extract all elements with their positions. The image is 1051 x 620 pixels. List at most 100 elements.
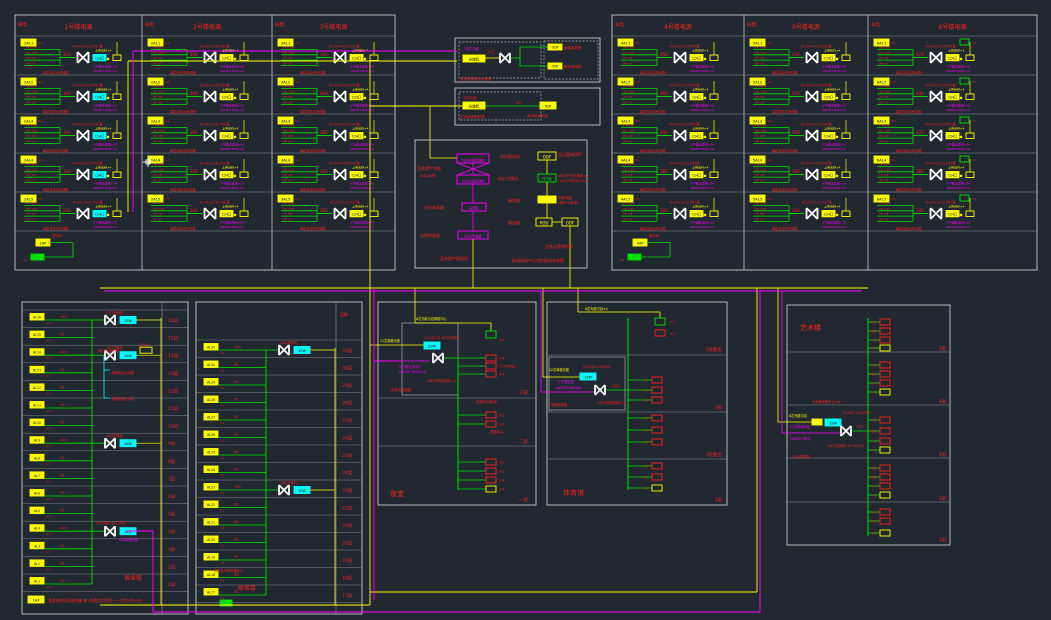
label: 预留电话大对数 <box>112 370 135 375</box>
label: 4对大对数电缆 <box>98 348 120 353</box>
cell-footer: 每层设综合布线箱 <box>170 70 196 75</box>
label: AP ×2 <box>26 100 35 104</box>
label: TV ×8 <box>282 134 292 138</box>
label: TD ×20 <box>622 129 635 133</box>
cell-footer: 每层设综合布线箱 <box>43 226 69 231</box>
trunk-amps: 360 <box>792 169 800 174</box>
label: TP ×24 <box>878 202 890 206</box>
label: TD ×20 <box>878 207 891 211</box>
drawing-canvas[interactable]: 1号楼电源弱电1AL1×4TP ×24TD ×20TV ×8AP ×23104×… <box>0 0 1051 620</box>
label: TV ×8 <box>282 212 292 216</box>
label: 网管电脑 <box>558 195 572 200</box>
label: 路由器 <box>508 219 520 225</box>
label: ×4 <box>891 197 896 201</box>
label: AP ×2 <box>153 139 162 143</box>
label: ×2 <box>46 374 51 378</box>
panel-id: AL19 <box>207 556 215 560</box>
label: UTP超五类线×24 <box>822 142 846 147</box>
label: UTP超五类线×24 <box>690 220 714 225</box>
label: TV ×8 <box>282 95 292 99</box>
trunk-amps: 50 <box>60 473 64 477</box>
cell-footer: 每层设综合布线箱 <box>772 187 798 192</box>
label: ×2 <box>46 409 51 413</box>
label: (WDZH-RYJS)×4 <box>690 147 714 151</box>
label: UTP超五类线×24 <box>93 220 117 225</box>
branch-label: ×2 <box>499 461 504 465</box>
label: 光纤配线架 <box>500 153 520 159</box>
label: C24口 <box>352 174 361 178</box>
branch-label: ×4 <box>499 479 505 483</box>
floor-label: 13层 <box>168 371 179 377</box>
label: TD ×20 <box>878 51 891 55</box>
label: 至运营商ODF <box>558 151 583 157</box>
trunk-amps: 50 <box>234 363 238 367</box>
label: C24口 <box>95 174 104 178</box>
label: ×2 <box>220 421 225 425</box>
label: TP ×24 <box>152 202 164 206</box>
device-box-label: 1SW <box>829 422 837 426</box>
label: AP ×2 <box>755 178 764 182</box>
cell-footer: 每层设综合布线箱 <box>772 109 798 114</box>
label: ×2 <box>220 509 225 513</box>
floor-label: 22层 <box>342 506 353 512</box>
label: (WDZH-RYJS)×4 <box>93 225 117 229</box>
device-box-label: ODF <box>566 221 575 226</box>
label: ×2 <box>220 439 225 443</box>
branch-label: ×6/2 <box>868 467 877 471</box>
label: VD <box>516 101 521 105</box>
label: 12芯 <box>487 49 495 54</box>
trunk-amps: 380 <box>916 169 924 174</box>
trunk-amps: 340 <box>320 52 328 57</box>
label: UTP超五类线×24 <box>822 181 846 186</box>
label: C24口 <box>948 135 957 139</box>
label: TD ×20 <box>25 207 38 211</box>
label: ×4 <box>767 119 772 123</box>
label: 375 <box>856 424 864 429</box>
label: TD ×20 <box>152 207 165 211</box>
label: 至学校网络中心机房 <box>460 76 492 81</box>
floor-label: 20层 <box>342 541 353 547</box>
cad-viewport: 1号楼电源弱电1AL1×4TP ×24TD ×20TV ×8AP ×23104×… <box>0 0 1051 620</box>
floor-label: 14层 <box>168 353 179 359</box>
label: ×2 <box>46 427 51 431</box>
trunk-amps: 50 <box>60 456 64 460</box>
building-title: 宿舍楼 <box>124 574 142 582</box>
uplink-label: 上传光纤×4 <box>692 165 709 170</box>
trunk-amps: 30 <box>234 450 238 454</box>
trunk-amps: 430 <box>792 52 800 57</box>
panel-title: 1号楼电源 <box>65 23 93 31</box>
trunk-amps: 30 <box>234 380 238 384</box>
trunk-amps: 30 <box>234 468 238 472</box>
label: TD ×20 <box>282 129 295 133</box>
label: (带UPS电源) <box>558 200 579 205</box>
cell-footer: 每层设综合布线箱 <box>170 226 196 231</box>
label: TV ×8 <box>282 56 292 60</box>
label: ×4 <box>38 158 43 162</box>
trunk-amps: 50 <box>60 333 64 337</box>
label: AP ×2 <box>153 217 162 221</box>
floor-label: 17层 <box>342 593 353 599</box>
label: AP ×2 <box>879 61 888 65</box>
trunk-amps: 450 <box>660 52 668 57</box>
cell-footer: 每层设综合布线箱 <box>300 187 326 192</box>
label: (WDZH-RYJS)×4 <box>946 69 970 73</box>
cell-footer: 每层设综合布线箱 <box>300 109 326 114</box>
cell-footer: 每层设综合布线箱 <box>43 70 69 75</box>
floor-label: 11层 <box>168 406 179 412</box>
label: TD ×20 <box>622 207 635 211</box>
label: 至各楼宇弱电间 <box>440 255 468 261</box>
uplink-label: 上传光纤×4 <box>352 126 369 131</box>
label: (WDZH-RYJS)×4 <box>93 147 117 151</box>
label: AP ×2 <box>26 139 35 143</box>
label: ×2 <box>46 567 51 571</box>
panel-id: AL17 <box>207 591 215 595</box>
label: TD ×20 <box>25 90 38 94</box>
label: 2×48口+24口PVC <box>843 411 872 415</box>
cell-footer: 每层设综合布线箱 <box>772 148 798 153</box>
onu-box <box>628 254 641 260</box>
label: (WDZH-RYJS)×4 <box>690 108 714 112</box>
label: C24口 <box>824 174 833 178</box>
branch-label: ×11 <box>870 321 877 325</box>
label: TD ×20 <box>622 168 635 172</box>
uplink-label: 上传光纤×4 <box>824 126 841 131</box>
